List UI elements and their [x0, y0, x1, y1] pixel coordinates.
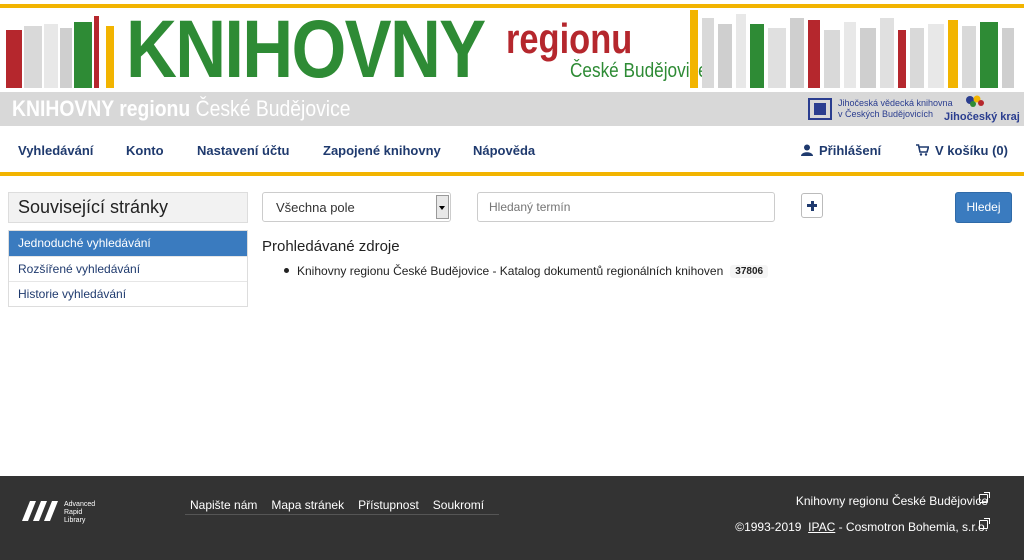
cart-label: V košíku (0) [935, 143, 1008, 158]
source-count-badge: 37806 [730, 265, 769, 278]
site-strip: KNIHOVNY regionu České Budějovice Jihoče… [0, 92, 1024, 126]
arl-logo-icon [22, 501, 58, 521]
cart-link[interactable]: V košíku (0) [916, 143, 1008, 158]
sidebar-item-jednoduche-vyhledavani[interactable]: Jednoduché vyhledávání [9, 231, 247, 256]
main-nav: Vyhledávání Konto Nastavení účtu Zapojen… [0, 126, 1024, 176]
nav-item-konto[interactable]: Konto [126, 143, 164, 158]
arl-line1: Advanced [64, 501, 96, 508]
nav-item-zapojene-knihovny[interactable]: Zapojené knihovny [323, 143, 441, 158]
sidebar-item-rozsirene-vyhledavani[interactable]: Rozšířené vyhledávání [9, 256, 247, 281]
footer-link-mapa-stranek[interactable]: Mapa stránek [266, 498, 349, 512]
footer-copyright: ©1993-2019 IPAC - Cosmotron Bohemia, s.r… [735, 520, 988, 534]
nav-item-vyhledavani[interactable]: Vyhledávání [18, 143, 93, 158]
jvk-logo-icon [808, 98, 832, 120]
add-row-plus-icon[interactable] [801, 193, 823, 218]
source-label: Knihovny regionu České Budějovice - Kata… [297, 264, 724, 278]
login-link[interactable]: Přihlášení [801, 143, 881, 158]
arl-line2: Rapid [64, 509, 83, 516]
footer-library-label: Knihovny regionu České Budějovice [795, 494, 988, 508]
bullet-icon [284, 268, 289, 273]
banner-city: České Budějovice [570, 60, 708, 82]
external-link-icon [979, 492, 990, 503]
jvk-line2: v Českých Budějovicích [838, 109, 934, 119]
user-icon [801, 144, 813, 156]
copyright-years: ©1993-2019 [735, 520, 802, 534]
header-banner: KNIHOVNY regionu České Budějovice [0, 0, 1024, 92]
jvk-line1: Jihočeská vědecká knihovna [838, 98, 953, 108]
books-decoration-right [690, 10, 1024, 88]
footer: Advanced Rapid Library Napište nám Mapa s… [0, 476, 1024, 560]
cart-icon [916, 144, 929, 156]
footer-links: Napište nám Mapa stránek Přístupnost Soukro… [185, 497, 500, 515]
login-label: Přihlášení [819, 143, 882, 158]
banner-title: KNIHOVNY [126, 4, 486, 92]
sidebar-list: Jednoduché vyhledávání Rozšířené vyhledá… [8, 230, 248, 307]
sidebar-item-historie-vyhledavani[interactable]: Historie vyhledávání [9, 281, 247, 306]
field-select[interactable]: Všechna pole [262, 192, 451, 222]
field-select-value: Všechna pole [276, 200, 355, 215]
sidebar: Související stránky Jednoduché vyhledává… [8, 192, 248, 307]
site-name-bold: KNIHOVNY regionu [12, 96, 191, 121]
footer-link-soukromi[interactable]: Soukromí [428, 498, 489, 512]
footer-library-link[interactable]: Knihovny regionu České Budějovice [796, 494, 988, 508]
source-list-item: Knihovny regionu České Budějovice - Kata… [284, 264, 769, 278]
footer-link-napiste-nam[interactable]: Napište nám [185, 498, 262, 512]
sidebar-title: Související stránky [8, 192, 248, 223]
kraj-logo-icon [966, 95, 984, 107]
arl-line3: Library [64, 517, 86, 524]
books-decoration-left [0, 10, 120, 88]
kraj-label: Jihočeský kraj [944, 111, 1020, 123]
arl-logo[interactable]: Advanced Rapid Library [22, 498, 112, 530]
search-button[interactable]: Hledej [955, 192, 1012, 223]
searched-sources-title: Prohledávané zdroje [262, 238, 400, 255]
site-name-rest: České Budějovice [190, 96, 351, 121]
ipac-link[interactable]: IPAC [808, 520, 835, 534]
nav-item-napoveda[interactable]: Nápověda [473, 143, 535, 158]
kraj-logo[interactable]: Jihočeský kraj [944, 94, 1020, 124]
company-name[interactable]: - Cosmotron Bohemia, s.r.o. [835, 520, 988, 534]
footer-link-pristupnost[interactable]: Přístupnost [353, 498, 424, 512]
search-term-input[interactable] [477, 192, 775, 222]
nav-item-nastaveni-uctu[interactable]: Nastavení účtu [197, 143, 289, 158]
external-link-icon [979, 518, 990, 529]
banner-regionu: regionu [506, 15, 633, 62]
site-name[interactable]: KNIHOVNY regionu České Budějovice [12, 96, 351, 122]
chevron-down-icon[interactable] [436, 195, 449, 219]
